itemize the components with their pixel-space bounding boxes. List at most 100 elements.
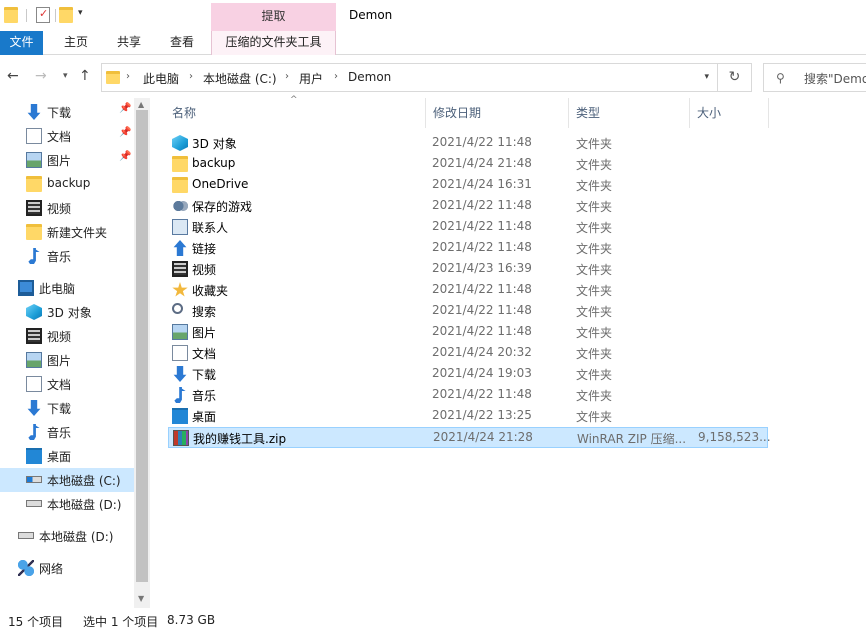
file-row[interactable]: 3D 对象 2021/4/22 11:48 文件夹: [168, 133, 768, 154]
file-type: 文件夹: [576, 221, 613, 235]
nav-item-local-disk-c[interactable]: 本地磁盘 (C:): [0, 468, 134, 492]
file-type: 文件夹: [576, 200, 613, 214]
nav-item-downloads[interactable]: 下载: [0, 396, 134, 420]
desktop-icon: [172, 408, 188, 424]
nav-item-this-pc[interactable]: 此电脑: [0, 276, 134, 300]
file-date: 2021/4/24 21:48: [432, 156, 532, 170]
breadcrumb-local-disk-c[interactable]: 本地磁盘 (C:): [203, 70, 277, 87]
forward-arrow-icon[interactable]: →: [35, 68, 47, 84]
file-row[interactable]: 下载 2021/4/24 19:03 文件夹: [168, 364, 768, 385]
file-row[interactable]: 音乐 2021/4/22 11:48 文件夹: [168, 385, 768, 406]
file-date: 2021/4/24 19:03: [432, 366, 532, 380]
new-folder-icon[interactable]: [59, 7, 73, 23]
nav-scrollbar[interactable]: ▲ ▼: [134, 98, 150, 608]
file-row[interactable]: 收藏夹 2021/4/22 11:48 文件夹: [168, 280, 768, 301]
column-header-size[interactable]: 大小: [690, 98, 769, 128]
nav-item-new-folder[interactable]: 新建文件夹: [0, 220, 134, 244]
video-icon: [26, 200, 42, 216]
search-input[interactable]: ⚲ 搜索"Demo: [763, 63, 866, 92]
context-tab-header[interactable]: 提取: [211, 3, 336, 31]
address-dropdown-icon[interactable]: ▾: [704, 72, 709, 82]
file-row[interactable]: 搜索 2021/4/22 11:48 文件夹: [168, 301, 768, 322]
nav-item-pictures-pinned[interactable]: 图片 📌: [0, 148, 134, 172]
nav-item-pictures[interactable]: 图片: [0, 348, 134, 372]
nav-item-label: 图片: [47, 154, 72, 168]
scroll-down-icon[interactable]: ▼: [138, 594, 144, 603]
nav-item-downloads-pinned[interactable]: 下载 📌: [0, 100, 134, 124]
file-name: 视频: [192, 263, 217, 277]
breadcrumb-this-pc[interactable]: 此电脑: [143, 70, 179, 87]
properties-icon[interactable]: [36, 7, 50, 23]
tab-view[interactable]: 查看: [161, 31, 203, 55]
nav-item-desktop[interactable]: 桌面: [0, 444, 134, 468]
document-icon: [26, 376, 42, 392]
music-icon: [28, 424, 40, 440]
breadcrumb-users[interactable]: 用户: [299, 70, 323, 87]
nav-item-backup[interactable]: backup: [0, 172, 134, 196]
file-name: 搜索: [192, 305, 217, 319]
network-icon: [18, 560, 34, 576]
nav-item-music-quick[interactable]: 音乐: [0, 244, 134, 268]
item-count: 15 个项目: [8, 615, 64, 629]
tab-home[interactable]: 主页: [55, 31, 97, 55]
chevron-right-icon[interactable]: ›: [285, 71, 289, 82]
chevron-right-icon[interactable]: ›: [189, 71, 193, 82]
nav-item-music[interactable]: 音乐: [0, 420, 134, 444]
nav-item-label: 网络: [39, 562, 64, 576]
file-name: 桌面: [192, 410, 217, 424]
column-header-date[interactable]: 修改日期: [426, 98, 569, 128]
file-row[interactable]: 视频 2021/4/23 16:39 文件夹: [168, 259, 768, 280]
back-arrow-icon[interactable]: ←: [7, 68, 19, 84]
selection-count: 选中 1 个项目: [83, 615, 159, 629]
nav-item-videos[interactable]: 视频: [0, 324, 134, 348]
file-row[interactable]: 文档 2021/4/24 20:32 文件夹: [168, 343, 768, 364]
tab-file[interactable]: 文件: [0, 31, 43, 55]
file-date: 2021/4/22 11:48: [432, 303, 532, 317]
computer-icon: [18, 280, 34, 296]
address-bar[interactable]: › 此电脑 › 本地磁盘 (C:) › 用户 › Demon ▾: [101, 63, 718, 92]
file-row[interactable]: 保存的游戏 2021/4/22 11:48 文件夹: [168, 196, 768, 217]
file-name: OneDrive: [192, 177, 249, 191]
nav-item-documents[interactable]: 文档: [0, 372, 134, 396]
search-icon: ⚲: [776, 71, 785, 85]
file-type: 文件夹: [576, 305, 613, 319]
scrollbar-thumb[interactable]: [136, 110, 148, 582]
nav-item-documents-pinned[interactable]: 文档 📌: [0, 124, 134, 148]
music-icon: [28, 248, 40, 264]
nav-item-local-disk-d-root[interactable]: 本地磁盘 (D:): [0, 524, 134, 548]
file-row[interactable]: 链接 2021/4/22 11:48 文件夹: [168, 238, 768, 259]
nav-item-local-disk-d[interactable]: 本地磁盘 (D:): [0, 492, 134, 516]
favorites-icon: [172, 282, 188, 297]
file-type: 文件夹: [576, 347, 613, 361]
up-arrow-icon[interactable]: ↑: [79, 68, 91, 84]
nav-item-videos-quick[interactable]: 视频: [0, 196, 134, 220]
scroll-up-icon[interactable]: ▲: [138, 100, 144, 109]
nav-item-3d-objects[interactable]: 3D 对象: [0, 300, 134, 324]
file-row[interactable]: 桌面 2021/4/22 13:25 文件夹: [168, 406, 768, 427]
file-row[interactable]: 联系人 2021/4/22 11:48 文件夹: [168, 217, 768, 238]
file-row-selected[interactable]: 我的赚钱工具.zip 2021/4/24 21:28 WinRAR ZIP 压缩…: [168, 427, 771, 448]
file-type: 文件夹: [576, 179, 613, 193]
tab-compressed-folder-tools[interactable]: 压缩的文件夹工具: [211, 31, 336, 55]
quick-access-dropdown-icon[interactable]: ▾: [78, 8, 83, 18]
file-date: 2021/4/22 11:48: [432, 324, 532, 338]
folder-icon[interactable]: [4, 7, 18, 23]
document-icon: [26, 128, 42, 144]
column-header-name[interactable]: 名称: [165, 98, 426, 128]
chevron-right-icon[interactable]: ›: [334, 71, 338, 82]
file-row[interactable]: 图片 2021/4/22 11:48 文件夹: [168, 322, 768, 343]
chevron-right-icon[interactable]: ›: [126, 71, 130, 82]
nav-item-network[interactable]: 网络: [0, 556, 134, 580]
column-header-type[interactable]: 类型: [569, 98, 690, 128]
file-row[interactable]: OneDrive 2021/4/24 16:31 文件夹: [168, 175, 768, 196]
address-row: ← → ▾ ↑ › 此电脑 › 本地磁盘 (C:) › 用户 › Demon ▾…: [0, 55, 866, 98]
tab-share[interactable]: 共享: [108, 31, 150, 55]
file-type: 文件夹: [576, 410, 613, 424]
file-row[interactable]: backup 2021/4/24 21:48 文件夹: [168, 154, 768, 175]
nav-item-label: 音乐: [47, 250, 72, 264]
nav-item-label: 此电脑: [39, 282, 76, 296]
drive-icon: [18, 532, 34, 539]
refresh-button[interactable]: ↻: [718, 63, 752, 92]
recent-locations-chevron-icon[interactable]: ▾: [63, 71, 68, 81]
breadcrumb-demon[interactable]: Demon: [348, 70, 391, 84]
